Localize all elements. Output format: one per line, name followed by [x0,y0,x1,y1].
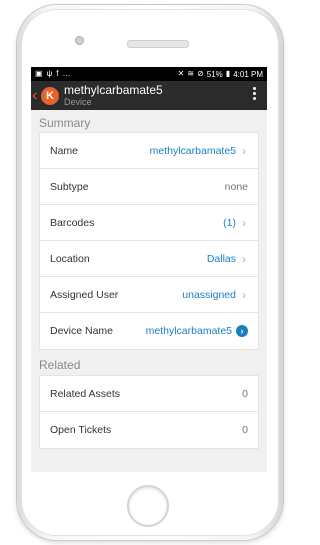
row-label: Open Tickets [50,424,112,436]
row-value: methylcarbamate5 [145,325,232,337]
page-title: methylcarbamate5 [64,82,163,97]
wifi-icon: ≋ [187,69,195,78]
row-subtype: Subtype none [40,169,258,205]
usb-icon: ψ [46,69,53,78]
row-value: unassigned [182,288,236,301]
image-icon: ▣ [35,69,43,78]
row-device-name[interactable]: Device Name methylcarbamate5 › [40,313,258,349]
chevron-right-icon: › [242,143,246,158]
battery-percent: 51% [206,69,223,79]
related-card: Related Assets 0 Open Tickets 0 [39,375,259,449]
chevron-right-icon: › [242,287,246,302]
earpiece-speaker [127,40,189,48]
row-barcodes[interactable]: Barcodes (1) › [40,205,258,241]
row-label: Barcodes [50,216,95,229]
row-value: methylcarbamate5 [149,144,236,157]
app-bar: ‹ K methylcarbamate5 Device [31,81,267,110]
row-label: Location [50,252,90,265]
row-value: (1) [223,216,236,229]
row-related-assets[interactable]: Related Assets 0 [40,376,258,412]
back-chevron-icon[interactable]: ‹ [32,87,40,104]
row-value: 0 [242,387,248,400]
row-label: Assigned User [50,288,119,301]
page-subtitle: Device [64,96,92,107]
row-label: Related Assets [50,387,121,400]
clock: 4:01 PM [233,69,263,79]
overflow-menu-icon[interactable] [253,87,257,100]
related-header: Related [39,358,81,372]
bluetooth-off-icon: ✕ [177,69,185,78]
row-name[interactable]: Name methylcarbamate5 › [40,133,258,169]
do-not-disturb-icon: ⊘ [197,69,204,78]
status-bar: ▣ ψ f … ✕ ≋ ⊘ 51% ▮ 4:01 PM [31,67,267,81]
facebook-icon: f [56,69,59,78]
more-dots-icon: … [62,69,71,78]
summary-header: Summary [39,116,91,130]
chevron-right-icon: › [242,251,246,266]
row-label: Device Name [50,325,114,337]
circle-chevron-right-icon[interactable]: › [236,325,248,337]
home-button[interactable] [127,485,169,527]
row-assigned-user[interactable]: Assigned User unassigned › [40,277,258,313]
row-value: Dallas [206,252,236,265]
app-bar-titles: methylcarbamate5 Device [64,82,163,108]
row-label: Subtype [50,180,89,193]
summary-card: Name methylcarbamate5 › Subtype none Bar… [39,132,259,350]
app-logo-avatar[interactable]: K [41,86,59,105]
row-value: none [224,180,248,193]
screen: ▣ ψ f … ✕ ≋ ⊘ 51% ▮ 4:01 PM ‹ K methylca… [31,67,267,472]
row-label: Name [50,144,79,157]
chevron-right-icon: › [242,215,246,230]
row-open-tickets[interactable]: Open Tickets 0 [40,412,258,448]
row-value: 0 [242,424,248,436]
row-location[interactable]: Location Dallas › [40,241,258,277]
battery-icon: ▮ [225,69,231,78]
front-camera [75,36,84,45]
